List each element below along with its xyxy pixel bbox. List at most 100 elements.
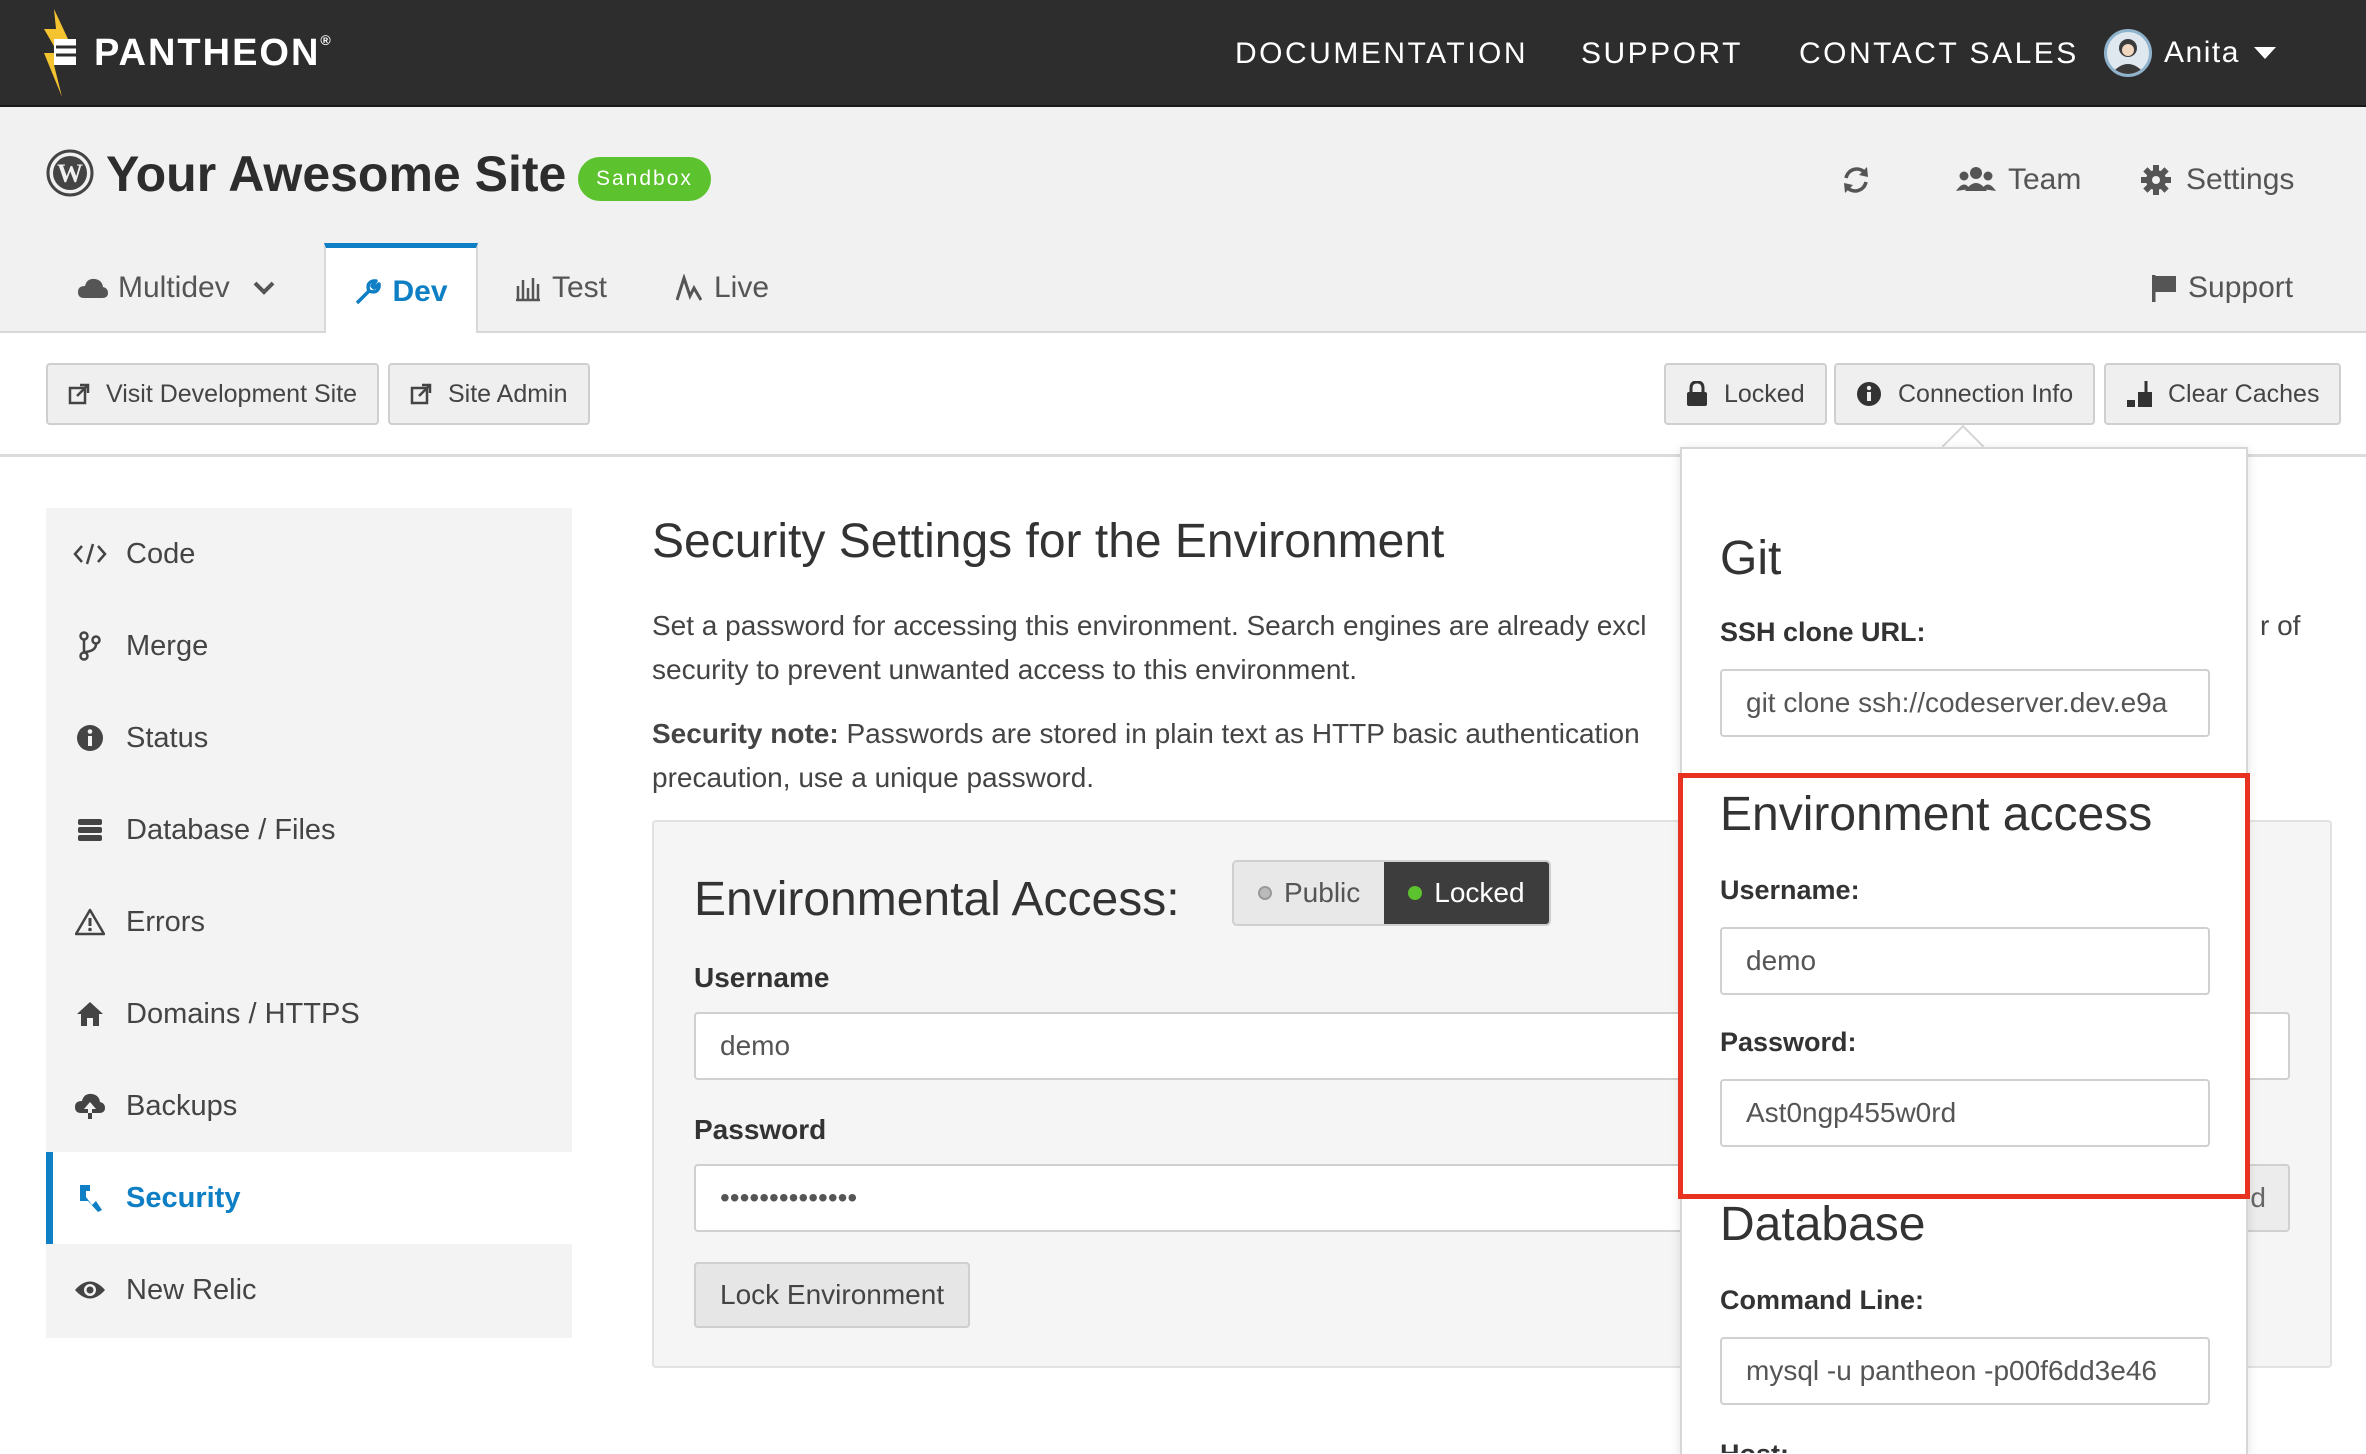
wordpress-icon: W xyxy=(46,149,94,197)
sandbox-badge: Sandbox xyxy=(578,157,711,201)
host-label: Host: xyxy=(1720,1439,1789,1453)
tab-test[interactable]: Test xyxy=(514,243,607,333)
refresh-icon xyxy=(1844,167,1868,193)
tab-dev-label: Dev xyxy=(392,274,448,308)
site-title: Your Awesome Site xyxy=(106,146,567,202)
brand-name: PANTHEON® xyxy=(94,31,333,74)
nav-documentation[interactable]: DOCUMENTATION xyxy=(1235,0,1528,107)
sidebar-item-code[interactable]: Code xyxy=(46,508,572,600)
sidebar-item-errors[interactable]: Errors xyxy=(46,876,572,968)
password-field[interactable]: •••••••••••••• xyxy=(694,1164,1694,1232)
chevron-down-icon xyxy=(253,281,275,295)
sidebar-item-label: Security xyxy=(126,1181,241,1214)
lock-environment-button[interactable]: Lock Environment xyxy=(694,1262,971,1328)
chevron-down-icon xyxy=(2253,47,2276,59)
environment-tabs: Multidev Dev Test Live Support xyxy=(0,243,2366,335)
sidebar-item-database-files[interactable]: Database / Files xyxy=(46,784,572,876)
command-line-label: Command Line: xyxy=(1720,1285,1925,1315)
sidebar-item-security[interactable]: Security xyxy=(46,1152,572,1244)
locked-button[interactable]: Locked xyxy=(1664,363,1827,425)
cloud-upload-icon xyxy=(68,1093,112,1119)
info-icon xyxy=(68,724,112,752)
git-heading: Git xyxy=(1720,532,1782,585)
environment-sidebar: Code Merge Status Database / Files Error… xyxy=(46,508,572,1338)
tab-support[interactable]: Support xyxy=(2150,243,2293,333)
security-note-text: Passwords are stored in plain text as HT… xyxy=(838,718,1640,749)
description-line-1: Set a password for accessing this enviro… xyxy=(652,610,1647,641)
password-label: Password xyxy=(694,1114,827,1145)
refresh-button[interactable] xyxy=(1840,157,1872,203)
toggle-public-option[interactable]: Public xyxy=(1234,862,1385,924)
toggle-public-label: Public xyxy=(1284,877,1361,908)
status-dot-icon xyxy=(1408,886,1423,900)
connection-info-label: Connection Info xyxy=(1898,379,2074,408)
sidebar-item-label: Merge xyxy=(126,629,209,662)
svg-text:W: W xyxy=(57,159,83,188)
visit-development-site-button[interactable]: Visit Development Site xyxy=(46,363,380,425)
tab-support-label: Support xyxy=(2188,271,2294,304)
tab-dev[interactable]: Dev xyxy=(324,243,478,335)
settings-button[interactable]: Settings xyxy=(2140,157,2294,203)
page-title: Security Settings for the Environment xyxy=(652,515,1445,568)
pulse-icon xyxy=(676,274,702,301)
team-button[interactable]: Team xyxy=(1956,157,2081,203)
sidebar-item-merge[interactable]: Merge xyxy=(46,600,572,692)
pantheon-bolt-icon xyxy=(44,9,80,97)
home-icon xyxy=(68,1001,112,1027)
external-link-icon xyxy=(410,383,432,405)
ssh-clone-url-field[interactable]: git clone ssh://codeserver.dev.e9a xyxy=(1720,669,2210,737)
code-icon xyxy=(68,542,112,566)
sidebar-item-label: New Relic xyxy=(126,1273,257,1306)
warning-icon xyxy=(68,908,112,936)
locked-label: Locked xyxy=(1724,379,1805,408)
clear-caches-button[interactable]: Clear Caches xyxy=(2104,363,2342,425)
password-side-button-label: d xyxy=(2250,1182,2266,1213)
tab-multidev-label: Multidev xyxy=(118,271,230,304)
visit-development-site-label: Visit Development Site xyxy=(106,379,358,408)
sidebar-item-label: Errors xyxy=(126,905,205,938)
team-icon xyxy=(1956,167,1996,191)
username-label: Username xyxy=(694,962,830,993)
security-note-label: Security note: xyxy=(652,718,839,749)
test-chart-icon xyxy=(516,278,540,302)
sidebar-item-label: Domains / HTTPS xyxy=(126,997,360,1030)
tab-live-label: Live xyxy=(714,271,770,304)
sidebar-item-label: Backups xyxy=(126,1089,238,1122)
gear-icon xyxy=(2141,165,2171,195)
ssh-clone-url-label: SSH clone URL: xyxy=(1720,617,1926,647)
wrench-icon xyxy=(356,278,382,304)
sidebar-item-label: Database / Files xyxy=(126,813,336,846)
toggle-locked-label: Locked xyxy=(1434,877,1525,908)
branch-icon xyxy=(68,631,112,661)
key-icon xyxy=(68,1183,112,1213)
connection-info-button[interactable]: Connection Info xyxy=(1834,363,2096,425)
cloud-icon xyxy=(78,278,108,298)
command-line-field[interactable]: mysql -u pantheon -p00f6dd3e46 xyxy=(1720,1337,2210,1405)
external-link-icon xyxy=(68,383,90,405)
user-name: Anita xyxy=(2164,36,2240,69)
pantheon-logo[interactable]: PANTHEON® xyxy=(44,8,333,98)
sidebar-item-label: Status xyxy=(126,721,209,754)
site-header: W Your Awesome Site Sandbox Team Setting… xyxy=(0,107,2366,335)
environment-access-highlight xyxy=(1678,773,2250,1199)
site-admin-label: Site Admin xyxy=(448,379,568,408)
broom-icon xyxy=(2126,380,2152,408)
description-line-1-tail: r of xyxy=(2260,610,2301,641)
status-dot-icon xyxy=(1258,886,1272,900)
sidebar-item-status[interactable]: Status xyxy=(46,692,572,784)
database-icon xyxy=(68,817,112,843)
toggle-locked-option[interactable]: Locked xyxy=(1384,862,1549,924)
sidebar-item-new-relic[interactable]: New Relic xyxy=(46,1244,572,1336)
tab-multidev[interactable]: Multidev xyxy=(78,243,276,333)
user-menu[interactable]: Anita xyxy=(2104,28,2276,78)
top-navbar: PANTHEON® DOCUMENTATION SUPPORT CONTACT … xyxy=(0,0,2366,107)
nav-contact-sales[interactable]: CONTACT SALES xyxy=(1799,0,2079,107)
environment-action-bar: Visit Development Site Site Admin Locked… xyxy=(0,333,2366,457)
site-admin-button[interactable]: Site Admin xyxy=(388,363,590,425)
tab-live[interactable]: Live xyxy=(676,243,769,333)
sidebar-item-label: Code xyxy=(126,537,196,570)
nav-support[interactable]: SUPPORT xyxy=(1581,0,1743,107)
sidebar-item-backups[interactable]: Backups xyxy=(46,1060,572,1152)
sidebar-item-domains-https[interactable]: Domains / HTTPS xyxy=(46,968,572,1060)
access-toggle: Public Locked xyxy=(1232,860,1551,926)
